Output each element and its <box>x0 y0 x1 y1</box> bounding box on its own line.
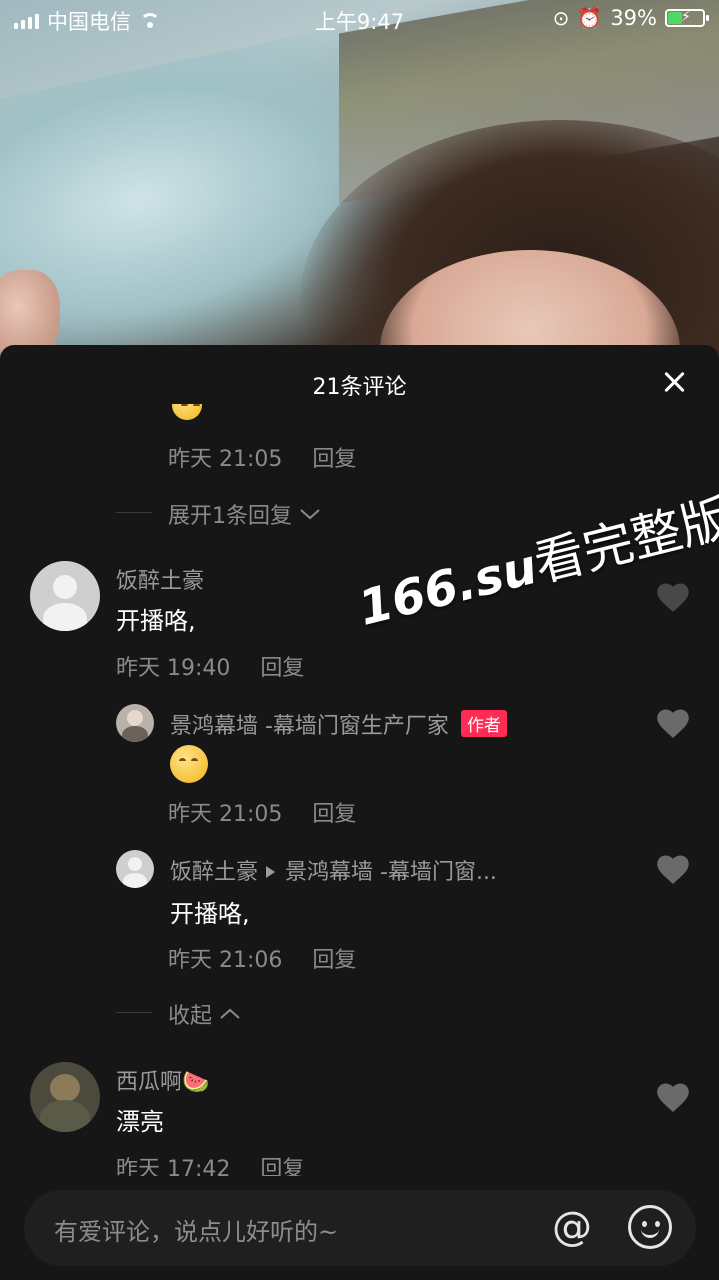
status-bar: 中国电信 上午9:47 ⊙ ⏰ 39% ⚡ <box>0 0 719 40</box>
comment-input-placeholder: 有爱评论，说点儿好听的~ <box>54 1218 339 1246</box>
comment-input[interactable]: 有爱评论，说点儿好听的~ @ <box>24 1190 696 1266</box>
reply-target-label: 景鸿幕墙 -幕墙门窗... <box>285 860 497 885</box>
comment-username[interactable]: 西瓜啊🍉 <box>116 1064 209 1096</box>
avatar[interactable] <box>30 1062 100 1132</box>
at-mention-icon[interactable]: @ <box>552 1202 592 1252</box>
reply-username[interactable]: 景鸿幕墙 -幕墙门窗生产厂家 作者 <box>170 708 507 740</box>
reply-button[interactable]: 回复 <box>312 948 356 973</box>
reply-text: 开播咯, <box>170 900 250 928</box>
comment-input-bar: 有爱评论，说点儿好听的~ @ <box>0 1176 719 1280</box>
avatar[interactable] <box>116 704 154 742</box>
comment-username[interactable]: 饭醉土豪 <box>116 563 204 595</box>
collapse-replies-button[interactable]: 收起 <box>168 998 241 1030</box>
comment-text: 漂亮 <box>116 1108 164 1136</box>
heart-icon[interactable] <box>655 706 691 740</box>
close-icon[interactable] <box>659 367 689 397</box>
reply-username-label: 饭醉土豪 <box>170 860 259 885</box>
battery-percent: 39% <box>610 6 657 30</box>
chevron-down-icon <box>300 509 320 520</box>
reply-arrow-icon <box>266 866 276 878</box>
heart-icon[interactable] <box>655 580 691 614</box>
comment-meta: 昨天 19:40 回复 <box>116 650 304 682</box>
emoji-icon[interactable] <box>628 1205 672 1249</box>
heart-icon[interactable] <box>655 852 691 886</box>
divider <box>116 512 152 513</box>
heart-icon[interactable] <box>655 1080 691 1114</box>
expand-replies-label: 展开1条回复 <box>168 504 292 529</box>
rotation-lock-icon: ⊙ <box>552 6 570 30</box>
reply-username-label: 景鸿幕墙 -幕墙门窗生产厂家 <box>170 714 449 739</box>
comment-meta: 昨天 21:05 回复 <box>168 441 356 473</box>
chevron-up-icon <box>220 1008 240 1019</box>
sheet-header: 21条评论 <box>0 345 719 421</box>
video-preview[interactable] <box>0 0 719 360</box>
expand-replies-button[interactable]: 展开1条回复 <box>168 498 321 530</box>
comment-text: 开播咯, <box>116 607 196 635</box>
reply-time: 昨天 21:06 <box>168 948 283 973</box>
avatar[interactable] <box>30 561 100 631</box>
reply-time: 昨天 21:05 <box>168 802 283 827</box>
emoji-smirk-icon <box>170 745 208 783</box>
reply-meta: 昨天 21:06 回复 <box>168 942 356 974</box>
battery-icon: ⚡ <box>665 9 709 27</box>
collapse-replies-label: 收起 <box>168 1004 213 1029</box>
comment-count-title: 21条评论 <box>312 375 407 400</box>
reply-button[interactable]: 回复 <box>260 656 304 681</box>
reply-meta: 昨天 21:05 回复 <box>168 796 356 828</box>
comment-time: 昨天 19:40 <box>116 656 231 681</box>
reply-username[interactable]: 饭醉土豪 景鸿幕墙 -幕墙门窗... <box>170 854 497 886</box>
alarm-icon: ⏰ <box>577 6 603 30</box>
author-badge: 作者 <box>460 710 507 737</box>
reply-button[interactable]: 回复 <box>312 447 356 472</box>
reply-button[interactable]: 回复 <box>312 802 356 827</box>
divider <box>116 1012 152 1013</box>
comment-sheet: 21条评论 <box>0 345 719 1280</box>
comment-time: 昨天 21:05 <box>168 447 283 472</box>
avatar[interactable] <box>116 850 154 888</box>
